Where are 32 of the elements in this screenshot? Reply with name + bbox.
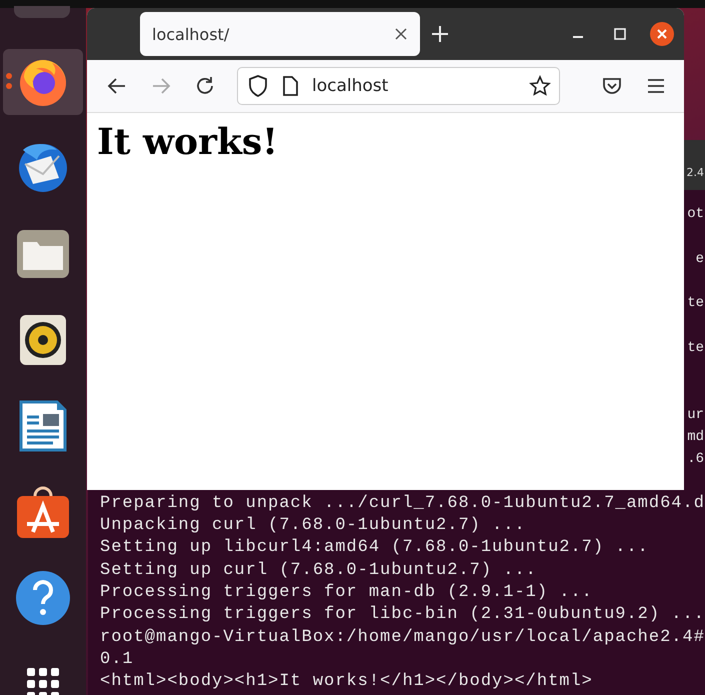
close-icon[interactable]	[394, 27, 408, 41]
shield-icon[interactable]	[248, 75, 268, 97]
terminal-line: e	[696, 250, 704, 269]
minimize-icon	[572, 36, 584, 38]
terminal-line: te	[687, 294, 704, 314]
terminal-line: .6	[687, 450, 704, 470]
page-icon	[282, 76, 298, 96]
page-heading: It works!	[97, 121, 279, 163]
terminal-line: Unpacking curl (7.68.0-1ubuntu2.7) ...	[100, 515, 527, 538]
dock-item[interactable]	[3, 49, 83, 115]
new-tab-button[interactable]	[430, 24, 450, 44]
terminal-line: Preparing to unpack .../curl_7.68.0-1ubuntu2.7_amd64.d	[100, 492, 705, 515]
terminal-line: te	[687, 338, 704, 358]
terminal-line: 0.1	[100, 648, 135, 671]
terminal-line: ur	[687, 406, 704, 425]
terminal-line: Setting up libcurl4:amd64 (7.68.0-1ubuntu2.7) ...	[100, 537, 650, 560]
help-icon	[15, 570, 71, 626]
star-icon[interactable]	[529, 75, 551, 97]
terminal-line: ot	[687, 205, 704, 224]
address-bar[interactable]: localhost	[237, 67, 560, 105]
window-title: 2.4	[686, 166, 704, 179]
terminal-line: md	[687, 428, 704, 447]
browser-tab[interactable]: localhost/	[140, 12, 420, 56]
terminal-line: Setting up curl (7.68.0-1ubuntu2.7) ...	[100, 560, 538, 582]
close-button[interactable]	[650, 22, 674, 46]
terminal-line: Processing triggers for man-db (2.9.1-1) ...	[100, 582, 594, 604]
terminal-line: Processing triggers for libc-bin (2.31-0ubuntu9.2) ...	[100, 604, 705, 626]
terminal-line: root@mango-VirtualBox:/home/mango/usr/local/apache2.4#	[100, 626, 705, 649]
shopping-bag-icon	[15, 484, 71, 540]
terminal-line: <html><body><h1>It works!</h1></body></html>	[100, 671, 594, 694]
url-text: localhost	[312, 76, 390, 96]
partial-dock-item	[14, 6, 70, 18]
